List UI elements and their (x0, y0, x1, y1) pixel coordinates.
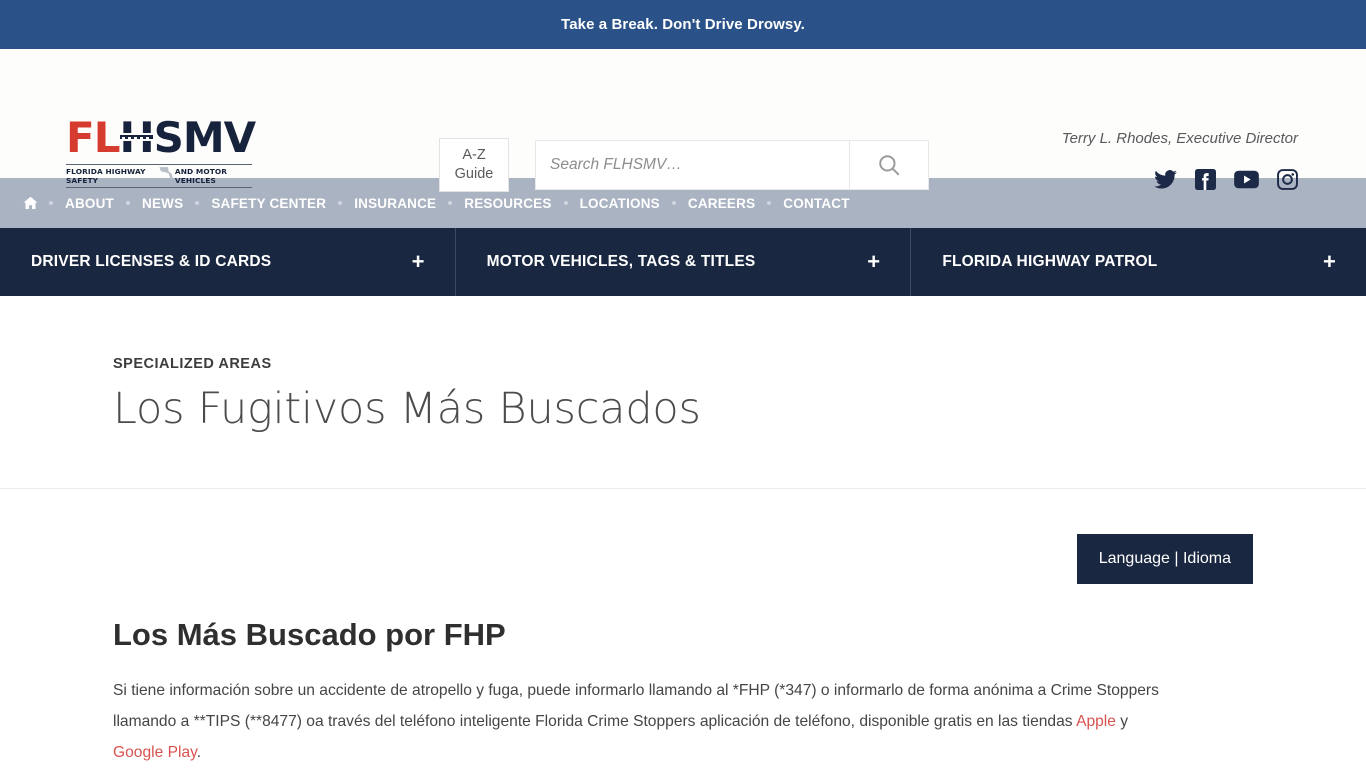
a-z-guide-line1: A-Z (462, 147, 486, 163)
plus-icon[interactable]: + (867, 251, 880, 273)
logo-h-text: H (119, 117, 154, 159)
language-toggle-button[interactable]: Language | Idioma (1076, 534, 1253, 584)
nav-item-insurance[interactable]: INSURANCE (342, 196, 448, 211)
logo-fl-text: FL (66, 113, 120, 162)
logo-tagline-right: AND MOTOR VEHICLES (174, 167, 228, 185)
road-graphic-icon (120, 133, 153, 141)
home-icon[interactable] (14, 195, 49, 211)
site-logo[interactable]: FLHSMV FLORIDA HIGHWAY SAFETY AND MOTOR … (66, 113, 256, 188)
mega-item-driver-licenses[interactable]: DRIVER LICENSES & ID CARDS + (0, 228, 456, 296)
breadcrumb-eyebrow: SPECIALIZED AREAS (113, 356, 272, 372)
main-content: Language | Idioma Los Más Buscado por FH… (0, 489, 1366, 766)
social-links (1154, 169, 1298, 190)
link-apple[interactable]: Apple (1076, 713, 1116, 730)
content-paragraph: Si tiene información sobre un accidente … (113, 675, 1173, 768)
nav-item-contact[interactable]: CONTACT (771, 196, 861, 211)
site-header: FLHSMV FLORIDA HIGHWAY SAFETY AND MOTOR … (0, 49, 1366, 192)
florida-state-shape-icon (159, 166, 173, 180)
plus-icon[interactable]: + (412, 251, 425, 273)
mega-item-label: DRIVER LICENSES & ID CARDS (31, 253, 272, 270)
youtube-icon (1234, 170, 1259, 189)
search-bar (535, 140, 929, 190)
search-icon (879, 155, 900, 176)
search-input[interactable] (536, 141, 849, 189)
plus-icon[interactable]: + (1323, 251, 1336, 273)
instagram-icon (1277, 169, 1298, 190)
a-z-guide-line2: Guide (454, 166, 494, 182)
mega-item-label: MOTOR VEHICLES, TAGS & TITLES (486, 253, 756, 270)
search-button[interactable] (849, 141, 928, 189)
mega-item-motor-vehicles[interactable]: MOTOR VEHICLES, TAGS & TITLES + (456, 228, 912, 296)
mega-item-highway-patrol[interactable]: FLORIDA HIGHWAY PATROL + (911, 228, 1366, 296)
logo-smv-text: SMV (153, 113, 257, 162)
nav-item-resources[interactable]: RESOURCES (452, 196, 563, 211)
nav-item-safety-center[interactable]: SAFETY CENTER (199, 196, 338, 211)
twitter-icon (1154, 170, 1177, 189)
facebook-icon (1195, 169, 1216, 190)
mega-item-label: FLORIDA HIGHWAY PATROL (942, 253, 1158, 270)
logo-tagline-left: FLORIDA HIGHWAY SAFETY (66, 167, 146, 185)
paragraph-conjunction: y (1115, 713, 1129, 730)
executive-director-label: Terry L. Rhodes, Executive Director (1061, 130, 1298, 147)
logo-wordmark: FLHSMV (66, 113, 256, 162)
page-title-block: SPECIALIZED AREAS Los Fugitivos Más Busc… (0, 296, 1366, 489)
nav-item-news[interactable]: NEWS (130, 196, 195, 211)
alert-banner-text: Take a Break. Don't Drive Drowsy. (561, 16, 805, 33)
a-z-guide-button[interactable]: A-Z Guide (439, 138, 509, 192)
social-link-twitter[interactable] (1154, 170, 1177, 189)
social-link-instagram[interactable] (1277, 169, 1298, 190)
paragraph-part-2: . (196, 744, 202, 761)
nav-item-careers[interactable]: CAREERS (676, 196, 767, 211)
nav-item-about[interactable]: ABOUT (53, 196, 126, 211)
paragraph-part-1: Si tiene información sobre un accidente … (113, 682, 1159, 730)
social-link-facebook[interactable] (1195, 169, 1216, 190)
content-heading: Los Más Buscado por FHP (113, 617, 506, 652)
mega-navigation: DRIVER LICENSES & ID CARDS + MOTOR VEHIC… (0, 228, 1366, 296)
alert-banner: Take a Break. Don't Drive Drowsy. (0, 0, 1366, 49)
page-title: Los Fugitivos Más Buscados (113, 384, 701, 434)
logo-tagline: FLORIDA HIGHWAY SAFETY AND MOTOR VEHICLE… (66, 164, 252, 188)
social-link-youtube[interactable] (1234, 170, 1259, 189)
link-google-play[interactable]: Google Play (113, 744, 197, 761)
nav-item-locations[interactable]: LOCATIONS (568, 196, 672, 211)
